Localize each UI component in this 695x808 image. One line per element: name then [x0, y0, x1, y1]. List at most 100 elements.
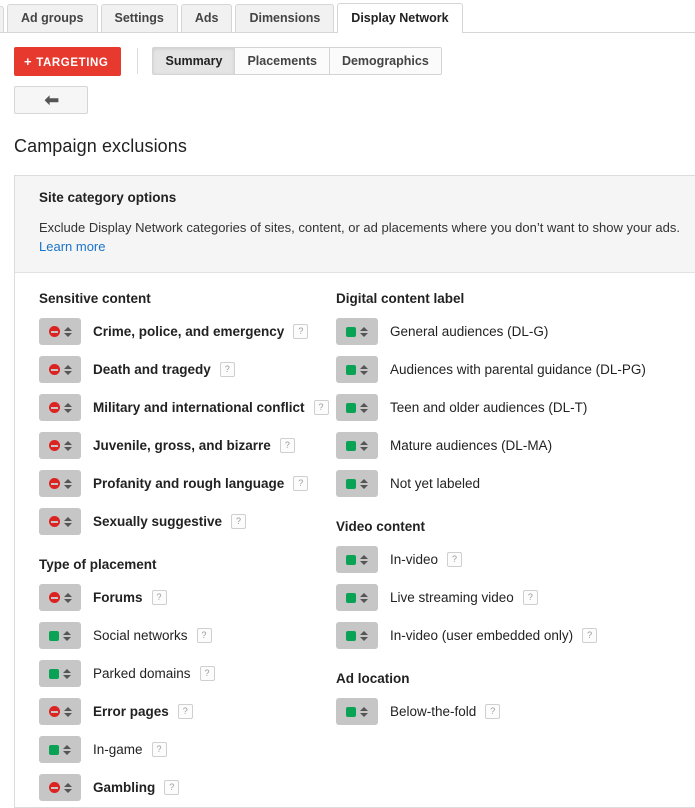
help-icon[interactable]: ? — [151, 742, 167, 758]
chevron-updown-icon — [63, 668, 71, 679]
option-group: Ad location Below-the-fold? — [336, 671, 695, 731]
left-options-column: Sensitive content Crime, police, and emer… — [15, 291, 329, 807]
option-row: Forums? — [39, 579, 329, 617]
add-targeting-button[interactable]: + TARGETING — [14, 46, 122, 76]
chevron-updown-icon — [63, 440, 72, 451]
chevron-updown-icon — [63, 592, 72, 603]
learn-more-link[interactable]: Learn more — [39, 239, 105, 254]
status-toggle-included[interactable] — [336, 584, 378, 612]
help-icon[interactable]: ? — [219, 362, 235, 378]
status-toggle-included[interactable] — [39, 622, 81, 650]
status-toggle-included[interactable] — [39, 736, 81, 764]
help-icon[interactable]: ? — [164, 780, 180, 796]
option-row: In-video? — [336, 541, 695, 579]
option-row: Sexually suggestive? — [39, 503, 329, 541]
option-row: Teen and older audiences (DL-T) — [336, 389, 695, 427]
included-icon — [346, 554, 356, 565]
subtab-summary[interactable]: Summary — [152, 47, 236, 75]
help-icon[interactable]: ? — [231, 514, 247, 530]
option-row: Military and international conflict? — [39, 389, 329, 427]
help-icon[interactable]: ? — [447, 552, 463, 568]
help-icon[interactable]: ? — [177, 704, 193, 720]
option-label: Live streaming video — [390, 590, 514, 606]
group-title: Sensitive content — [39, 290, 151, 306]
option-row: Social networks? — [39, 617, 329, 655]
status-toggle-included[interactable] — [336, 394, 378, 422]
option-label: Error pages — [93, 704, 169, 720]
tab-settings[interactable]: Settings — [100, 4, 178, 32]
options-columns: Sensitive content Crime, police, and emer… — [15, 273, 695, 807]
page-title: Campaign exclusions — [14, 136, 187, 156]
help-icon[interactable]: ? — [196, 628, 212, 644]
status-toggle-included[interactable] — [336, 698, 378, 726]
status-toggle-included[interactable] — [336, 470, 378, 498]
help-icon[interactable]: ? — [199, 666, 215, 682]
chevron-updown-icon — [63, 478, 72, 489]
status-toggle-excluded[interactable] — [39, 470, 81, 498]
help-icon[interactable]: ? — [582, 628, 598, 644]
option-label: Audiences with parental guidance (DL-PG) — [390, 362, 646, 378]
main-tab-bar: Ad groups Settings Ads Dimensions Display Ne… — [0, 0, 695, 33]
status-toggle-excluded[interactable] — [39, 318, 81, 346]
status-toggle-excluded[interactable] — [39, 394, 81, 422]
status-toggle-excluded[interactable] — [39, 508, 81, 536]
tab-dimensions[interactable]: Dimensions — [235, 4, 335, 32]
group-title: Video content — [336, 518, 426, 534]
back-button[interactable] — [14, 86, 88, 114]
tab-ads[interactable]: Ads — [180, 4, 233, 32]
help-icon[interactable]: ? — [151, 590, 167, 606]
included-icon — [346, 402, 356, 413]
option-group: Type of placement Forums? Social networks?… — [39, 557, 329, 807]
chevron-updown-icon — [360, 630, 368, 641]
status-toggle-included[interactable] — [336, 356, 378, 384]
subtab-placements[interactable]: Placements — [235, 47, 330, 75]
chevron-updown-icon — [360, 554, 368, 565]
help-icon[interactable]: ? — [485, 704, 501, 720]
status-toggle-included[interactable] — [336, 546, 378, 574]
card-heading: Site category options — [39, 190, 177, 205]
option-label: In-video (user embedded only) — [390, 628, 574, 644]
option-label: Social networks — [93, 628, 188, 644]
help-icon[interactable]: ? — [293, 476, 309, 492]
included-icon — [346, 592, 356, 603]
option-row: Audiences with parental guidance (DL-PG) — [336, 351, 695, 389]
status-toggle-excluded[interactable] — [39, 774, 81, 802]
option-row: Crime, police, and emergency? — [39, 313, 329, 351]
excluded-icon — [48, 326, 60, 338]
chevron-updown-icon — [360, 440, 368, 451]
included-icon — [346, 326, 356, 337]
option-label: Gambling — [93, 780, 156, 796]
option-row: Below-the-fold? — [336, 693, 695, 731]
chevron-updown-icon — [360, 706, 368, 717]
status-toggle-included[interactable] — [336, 622, 378, 650]
status-toggle-included[interactable] — [336, 318, 378, 346]
subtab-demographics[interactable]: Demographics — [329, 47, 442, 75]
status-toggle-included[interactable] — [39, 660, 81, 688]
site-category-options-card: Site category options Exclude Display Ne… — [14, 175, 695, 808]
help-icon[interactable]: ? — [279, 438, 295, 454]
status-toggle-excluded[interactable] — [39, 356, 81, 384]
excluded-icon — [48, 516, 60, 528]
group-title: Ad location — [336, 670, 410, 686]
tab-ad-groups[interactable]: Ad groups — [7, 4, 98, 32]
option-label: In-video — [390, 552, 439, 568]
status-toggle-excluded[interactable] — [39, 698, 81, 726]
status-toggle-excluded[interactable] — [39, 584, 81, 612]
status-toggle-excluded[interactable] — [39, 432, 81, 460]
chevron-updown-icon — [63, 402, 72, 413]
help-icon[interactable]: ? — [313, 400, 329, 416]
chevron-updown-icon — [63, 744, 71, 755]
option-row: In-video (user embedded only)? — [336, 617, 695, 655]
option-label: Teen and older audiences (DL-T) — [390, 400, 588, 416]
option-label: Profanity and rough language — [93, 476, 285, 492]
option-label: Juvenile, gross, and bizarre — [93, 438, 271, 454]
back-button-row — [0, 77, 695, 114]
status-toggle-included[interactable] — [336, 432, 378, 460]
option-row: Live streaming video? — [336, 579, 695, 617]
help-icon[interactable]: ? — [293, 324, 309, 340]
option-row: Not yet labeled — [336, 465, 695, 503]
help-icon[interactable]: ? — [522, 590, 538, 606]
excluded-icon — [48, 364, 60, 376]
tab-display-network[interactable]: Display Network — [337, 3, 463, 33]
option-label: Military and international conflict — [93, 400, 305, 416]
